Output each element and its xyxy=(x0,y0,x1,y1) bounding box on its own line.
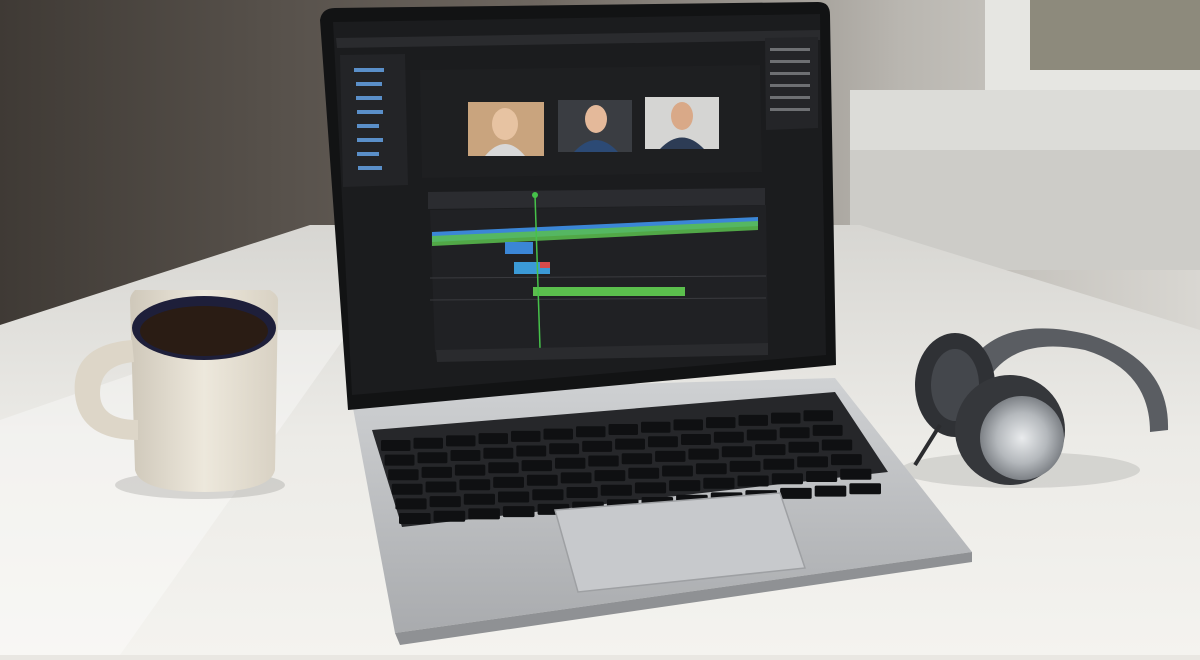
keyboard-key xyxy=(721,446,753,458)
keyboard-key xyxy=(468,508,500,520)
keyboard-key xyxy=(688,448,719,460)
keyboard-key xyxy=(641,421,671,433)
keyboard-key xyxy=(797,456,828,468)
keyboard-key xyxy=(450,450,481,461)
keyboard-key xyxy=(498,491,530,503)
keyboard-key xyxy=(831,454,862,466)
keyboard-key xyxy=(615,438,645,450)
keyboard-key xyxy=(521,460,552,472)
keyboard-key xyxy=(511,430,541,442)
keyboard-key xyxy=(840,468,872,480)
keyboard-key xyxy=(812,424,843,436)
keyboard-key xyxy=(459,479,491,491)
keyboard-key xyxy=(399,513,431,524)
window-sill xyxy=(850,90,1200,150)
keyboard-key xyxy=(391,483,423,495)
keyboard-key xyxy=(429,496,461,508)
keyboard-key xyxy=(669,480,701,492)
keyboard-key xyxy=(849,483,881,495)
keyboard-key xyxy=(566,487,598,498)
keyboard-key xyxy=(738,414,768,426)
keyboard-key xyxy=(803,410,833,422)
keyboard-key xyxy=(543,428,573,440)
keyboard-key xyxy=(532,489,564,501)
keyboard-key xyxy=(384,454,415,466)
clip-1 xyxy=(505,242,533,254)
keyboard-key xyxy=(433,510,466,522)
keyboard-key xyxy=(413,437,443,449)
keyboard-key xyxy=(779,427,810,439)
keyboard-key xyxy=(600,484,632,496)
keyboard-key xyxy=(706,417,736,429)
keyboard-key xyxy=(655,450,686,462)
keyboard-key xyxy=(478,433,508,445)
keyboard-key xyxy=(417,452,448,464)
keyboard-key xyxy=(806,471,838,482)
keyboard-key xyxy=(713,431,744,443)
keyboard-key xyxy=(582,440,613,452)
keyboard-key xyxy=(555,457,586,469)
preview-thumbnail-3 xyxy=(645,97,719,149)
keyboard-key xyxy=(421,466,452,478)
keyboard-key xyxy=(483,447,514,459)
keyboard-key xyxy=(526,474,558,486)
keyboard-key xyxy=(681,434,711,445)
keyboard-key xyxy=(729,460,761,472)
keyboard-key xyxy=(662,465,693,477)
keyboard-key xyxy=(560,472,592,484)
keyboard-key xyxy=(588,455,619,467)
keyboard-key xyxy=(446,435,476,447)
keyboard-key xyxy=(703,477,735,489)
keyboard-key xyxy=(763,458,795,470)
keyboard-key xyxy=(648,436,678,448)
keyboard-key xyxy=(621,453,653,465)
keyboard-key xyxy=(493,476,524,488)
scene xyxy=(0,0,1200,655)
keyboard-key xyxy=(395,498,427,510)
preview-thumbnail-1 xyxy=(468,102,544,156)
keyboard-key xyxy=(628,467,660,479)
keyboard-key xyxy=(488,462,519,474)
window-glass xyxy=(1030,0,1200,70)
keyboard-key xyxy=(771,412,801,424)
keyboard-key xyxy=(388,469,419,481)
keyboard-key xyxy=(771,473,803,485)
keyboard-key xyxy=(425,481,457,493)
preview-thumbnail-2 xyxy=(558,100,632,152)
keyboard-key xyxy=(381,440,411,451)
keyboard-key xyxy=(780,487,812,499)
keyboard-key xyxy=(695,463,727,475)
keyboard-key xyxy=(755,444,786,456)
keyboard-key xyxy=(549,443,580,455)
keyboard-key xyxy=(788,441,819,453)
keyboard-key xyxy=(463,493,495,505)
keyboard-key xyxy=(454,464,486,476)
keyboard-key xyxy=(576,426,606,438)
keyboard-key xyxy=(516,445,547,457)
keyboard-key xyxy=(594,470,626,482)
keyboard-key xyxy=(814,485,847,497)
keyboard-key xyxy=(608,424,638,435)
keyboard-key xyxy=(746,429,777,441)
keyboard-key xyxy=(821,439,853,451)
keyboard-key xyxy=(737,475,769,487)
keyboard-key xyxy=(673,419,703,431)
music-track xyxy=(533,287,685,296)
keyboard-key xyxy=(634,482,667,494)
keyboard-key xyxy=(502,506,535,518)
